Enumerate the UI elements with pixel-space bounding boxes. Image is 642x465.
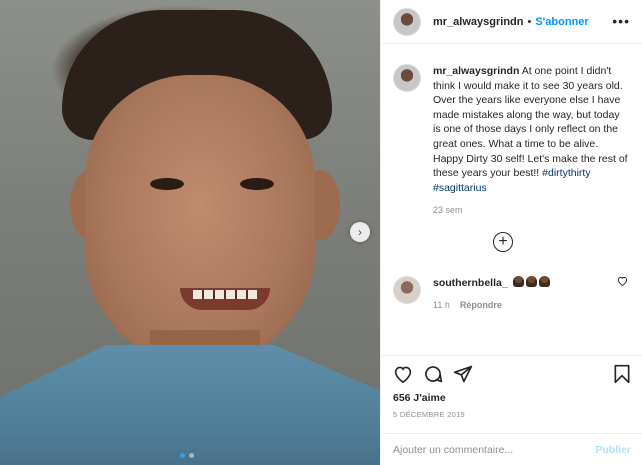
carousel-indicator [180,453,194,458]
author-avatar[interactable] [393,7,421,36]
photo-shirt [0,345,380,465]
comments-section: mr_alwaysgrindn At one point I didn't th… [381,44,642,362]
photo-teeth [193,290,257,299]
caption-body: At one point I didn't think I would make… [433,65,628,180]
post-header: mr_alwaysgrindn • S'abonner ••• [381,0,642,44]
follow-button[interactable]: S'abonner [535,16,588,28]
pray-emoji-icon [525,276,537,287]
comment-item: southernbella_ [393,276,633,304]
chevron-right-icon: › [358,225,362,239]
likes-count[interactable]: 656 J'aime [393,392,631,404]
caption-timestamp[interactable]: 23 sem [433,205,630,215]
comment-meta: 11 h Répondre [433,300,502,310]
share-paper-plane-icon[interactable] [453,364,473,384]
comment-bubble-icon[interactable] [423,364,443,384]
pray-emoji-icon [512,276,524,287]
load-more-comments-button[interactable]: + [493,232,513,252]
instagram-post: › mr_alwaysgrindn • S'abonner ••• mr_alw… [0,0,642,465]
commenter-avatar[interactable] [393,276,421,304]
caption-text: mr_alwaysgrindn At one point I didn't th… [433,64,630,195]
plus-icon: + [498,233,508,250]
like-heart-icon[interactable] [393,365,413,383]
publish-button[interactable]: Publier [595,444,631,456]
add-comment-bar: Publier [381,433,642,465]
commenter-username-link[interactable]: southernbella_ [433,277,508,289]
photo-face [85,75,315,365]
post-photo[interactable]: › [0,0,380,465]
more-options-icon[interactable]: ••• [612,13,630,29]
comment-timestamp[interactable]: 11 h [433,300,450,310]
post-sidebar: mr_alwaysgrindn • S'abonner ••• mr_alway… [380,0,642,465]
reply-button[interactable]: Répondre [460,300,502,310]
carousel-dot-active [180,453,185,458]
post-date[interactable]: 5 DÉCEMBRE 2019 [393,410,631,419]
photo-eye-right [240,178,274,190]
hashtag-link[interactable]: #dirtythirty [542,167,590,179]
author-username-link[interactable]: mr_alwaysgrindn [433,16,523,28]
post-actions: 656 J'aime 5 DÉCEMBRE 2019 [381,355,642,419]
caption-username-link[interactable]: mr_alwaysgrindn [433,65,519,77]
heart-outline-icon [617,276,628,287]
pray-emoji-icon [538,276,550,287]
caption-avatar[interactable] [393,64,421,92]
action-bar [393,362,631,386]
carousel-dot [189,453,194,458]
comment-like-button[interactable] [617,276,628,289]
header-separator: • [527,15,532,28]
photo-eye-left [150,178,184,190]
carousel-next-button[interactable]: › [350,222,370,242]
caption: mr_alwaysgrindn At one point I didn't th… [393,64,630,195]
hashtag-link[interactable]: #sagittarius [433,182,487,194]
save-bookmark-icon[interactable] [613,364,631,384]
comment-input[interactable] [393,443,596,456]
